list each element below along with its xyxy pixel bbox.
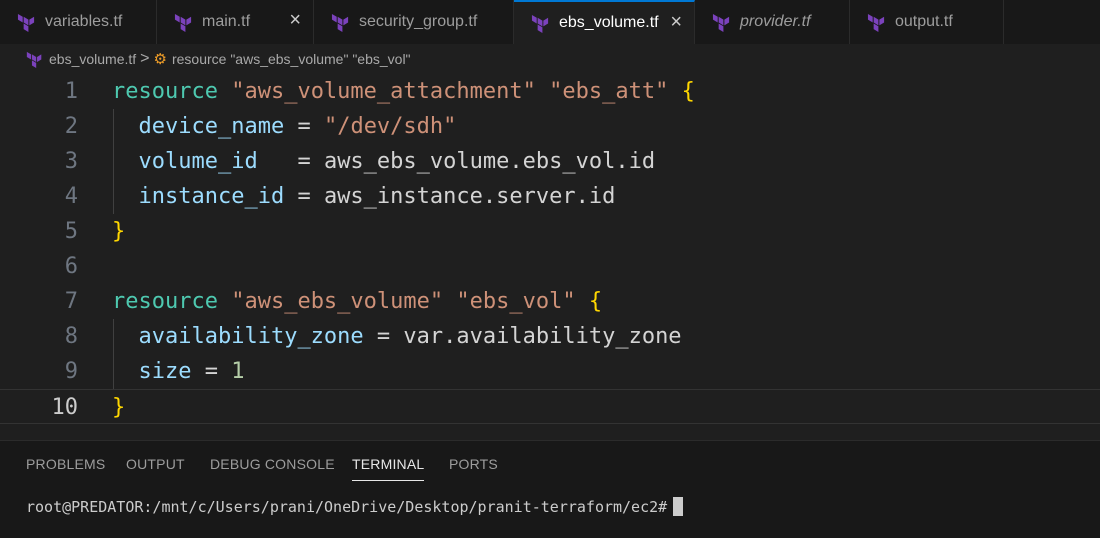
terraform-icon (331, 13, 349, 32)
tab-variables-tf[interactable]: variables.tf (0, 0, 157, 44)
tab-ports[interactable]: PORTS (449, 456, 498, 472)
breadcrumb-file[interactable]: ebs_volume.tf (49, 51, 136, 67)
code-token: } (112, 219, 126, 244)
code-text: size = 1 (112, 354, 245, 389)
editor-tab-bar: variables.tf main.tf × security_group.tf ebs… (0, 0, 1100, 44)
code-text: } (112, 390, 125, 425)
code-editor[interactable]: 1 resource "aws_volume_attachment" "ebs_a… (0, 74, 1100, 436)
code-line[interactable]: 8 availability_zone = var.availability_z… (0, 319, 1100, 354)
tab-terminal[interactable]: TERMINAL (352, 456, 425, 481)
line-number: 4 (64, 184, 78, 209)
code-token: "ebs_att" (549, 79, 669, 104)
tab-output[interactable]: OUTPUT (126, 456, 185, 472)
bottom-panel: PROBLEMS OUTPUT DEBUG CONSOLE TERMINAL P… (0, 440, 1100, 538)
code-line[interactable]: 6 (0, 249, 1100, 284)
line-number: 7 (64, 289, 78, 314)
code-token: = aws_ebs_volume.ebs_vol.id (257, 149, 656, 174)
code-token: { (588, 289, 603, 314)
terminal-cursor (673, 497, 684, 516)
code-line[interactable]: 9 size = 1 (0, 354, 1100, 389)
code-line[interactable]: 1 resource "aws_volume_attachment" "ebs_a… (0, 74, 1100, 109)
code-text: resource "aws_volume_attachment" "ebs_at… (112, 74, 695, 109)
tab-problems[interactable]: PROBLEMS (26, 456, 105, 472)
tab-output-tf[interactable]: output.tf (850, 0, 1004, 44)
code-line[interactable]: 3 volume_id = aws_ebs_volume.ebs_vol.id (0, 144, 1100, 179)
terraform-icon (174, 13, 192, 32)
terminal-output[interactable]: root@PREDATOR:/mnt/c/Users/prani/OneDriv… (26, 497, 684, 516)
tab-provider-tf[interactable]: provider.tf (695, 0, 850, 44)
code-token: "aws_volume_attachment" (231, 79, 536, 104)
code-text: resource "aws_ebs_volume" "ebs_vol" { (112, 284, 602, 319)
terraform-icon (531, 14, 549, 33)
code-token: instance_id (138, 184, 285, 209)
tab-label: variables.tf (45, 13, 123, 30)
code-token: } (112, 395, 126, 420)
tab-security-group-tf[interactable]: security_group.tf (314, 0, 514, 44)
tab-label: security_group.tf (359, 13, 478, 30)
line-number: 1 (64, 79, 78, 104)
close-icon[interactable]: × (670, 12, 682, 32)
code-text: instance_id = aws_instance.server.id (112, 179, 616, 214)
line-number: 2 (64, 114, 78, 139)
symbol-class-icon: ⚙ (153, 51, 167, 68)
code-token: volume_id (138, 149, 258, 174)
terraform-icon (712, 13, 730, 32)
code-token: = (191, 359, 232, 384)
code-token: resource (112, 289, 218, 314)
code-token: "aws_ebs_volume" (231, 289, 444, 314)
tab-label: provider.tf (740, 13, 811, 30)
code-line[interactable]: 7 resource "aws_ebs_volume" "ebs_vol" { (0, 284, 1100, 319)
tab-label: ebs_volume.tf (559, 14, 659, 31)
line-number: 8 (64, 324, 78, 349)
code-line[interactable]: 4 instance_id = aws_instance.server.id (0, 179, 1100, 214)
code-token: = (284, 114, 324, 139)
code-text: volume_id = aws_ebs_volume.ebs_vol.id (112, 144, 656, 179)
code-line[interactable]: 10} (0, 389, 1100, 424)
breadcrumb: ebs_volume.tf > ⚙ resource "aws_ebs_volu… (0, 44, 1100, 74)
tab-ebs-volume-tf[interactable]: ebs_volume.tf × (514, 0, 695, 44)
terraform-icon (867, 13, 885, 32)
code-token: resource (112, 79, 218, 104)
code-token: "ebs_vol" (456, 289, 576, 314)
code-token: = aws_instance.server.id (284, 184, 616, 209)
line-number: 10 (51, 395, 79, 420)
tab-label: main.tf (202, 13, 251, 30)
code-token: = var.availability_zone (363, 324, 682, 349)
terraform-icon (17, 13, 35, 32)
tab-main-tf[interactable]: main.tf × (157, 0, 314, 44)
code-token: "/dev/sdh" (323, 114, 457, 139)
code-line[interactable]: 5} (0, 214, 1100, 249)
code-line[interactable]: 2 device_name = "/dev/sdh" (0, 109, 1100, 144)
tab-debug-console[interactable]: DEBUG CONSOLE (210, 456, 335, 472)
breadcrumb-separator: > (140, 50, 150, 67)
code-text: availability_zone = var.availability_zon… (112, 319, 682, 354)
tab-label: output.tf (895, 13, 953, 30)
breadcrumb-symbol[interactable]: resource "aws_ebs_volume" "ebs_vol" (172, 51, 411, 67)
terminal-prompt: root@PREDATOR:/mnt/c/Users/prani/OneDriv… (26, 498, 668, 516)
code-token: availability_zone (138, 324, 364, 349)
code-token: device_name (138, 114, 285, 139)
code-token: 1 (231, 359, 245, 384)
terraform-icon (26, 51, 42, 68)
line-number: 3 (64, 149, 78, 174)
line-number: 5 (64, 219, 78, 244)
code-text: } (112, 214, 125, 249)
code-text: device_name = "/dev/sdh" (112, 109, 457, 144)
close-icon[interactable]: × (289, 10, 301, 30)
code-token: { (681, 79, 695, 104)
line-number: 6 (64, 254, 78, 279)
code-token: size (138, 359, 192, 384)
line-number: 9 (64, 359, 78, 384)
